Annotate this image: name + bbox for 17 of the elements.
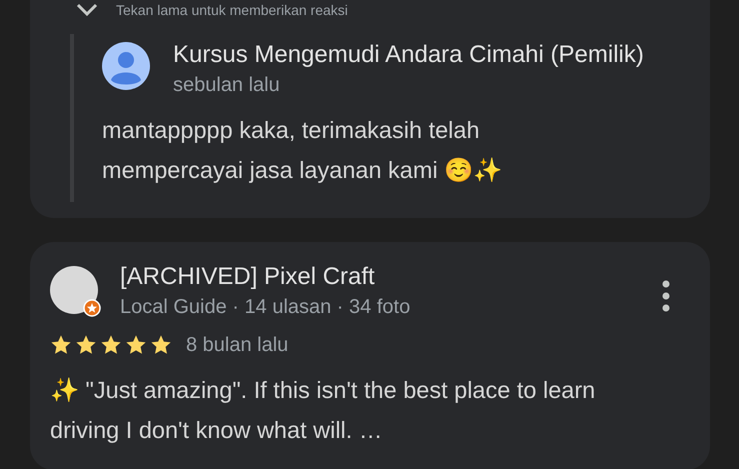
star-icon [100,334,122,356]
review-text: ✨ "Just amazing". If this isn't the best place to learn driving I don't know what will. … [50,376,596,445]
reaction-icon[interactable] [76,3,98,17]
owner-name: Kursus Mengemudi Andara Cimahi (Pemilik) [173,40,645,70]
star-icon [150,334,172,356]
reviewer-meta: Local Guide · 14 ulasan · 34 foto [120,295,412,320]
star-icon [125,334,147,356]
star-icon [75,334,97,356]
review-time: 8 bulan lalu [186,333,288,358]
reply-text: mantappppp kaka, terimakasih telah mempercayai jasa layanan kami ☺✨ [102,116,504,185]
star-icon [50,334,72,356]
local-guide-badge-icon [83,299,101,317]
reply-time: sebulan lalu [173,73,281,98]
reviewer-name[interactable]: [ARCHIVED] Pixel Craft [120,262,640,292]
avatar-icon [102,42,150,90]
more-options-icon[interactable] [662,280,670,312]
reaction-hint: Tekan lama untuk memberikan reaksi [116,2,348,18]
